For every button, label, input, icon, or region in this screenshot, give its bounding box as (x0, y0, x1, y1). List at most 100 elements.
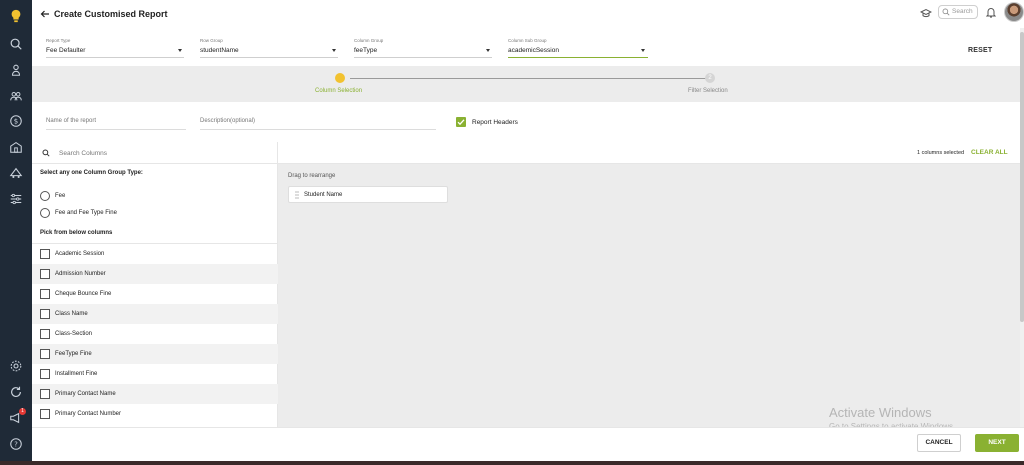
bell-icon[interactable] (986, 6, 996, 18)
column-option[interactable]: Installment Fine (32, 364, 278, 384)
step-1-label[interactable]: Column Selection (315, 88, 362, 94)
reset-button[interactable]: RESET (968, 47, 992, 54)
search-icon[interactable] (8, 36, 24, 52)
header-search-input[interactable]: Search (938, 5, 978, 19)
column-checkbox[interactable] (40, 329, 50, 339)
step-2-label[interactable]: Filter Selection (688, 88, 728, 94)
selected-columns-panel: 1 columns selected CLEAR ALL Drag to rea… (278, 142, 1020, 427)
chevron-down-icon (486, 49, 490, 52)
report-headers-label: Report Headers (472, 119, 518, 126)
reports-icon[interactable] (8, 191, 24, 207)
selected-column-label: Student Name (304, 192, 343, 198)
column-checkbox[interactable] (40, 289, 50, 299)
row-group-select[interactable]: Row Group studentName (200, 38, 338, 58)
report-type-label: Report Type (46, 38, 71, 43)
school-icon[interactable] (8, 139, 24, 155)
column-label: Cheque Bounce Fine (55, 291, 112, 297)
group-type-heading: Select any one Column Group Type: (40, 170, 143, 176)
svg-text:$: $ (14, 118, 18, 126)
notification-badge: 1 (19, 408, 26, 415)
user-avatar[interactable] (1004, 2, 1024, 22)
column-label: Academic Session (55, 251, 105, 257)
chevron-down-icon (641, 49, 645, 52)
column-option[interactable]: Primary Contact Name (32, 384, 278, 404)
clear-all-button[interactable]: CLEAR ALL (971, 149, 1008, 156)
radio-button[interactable] (40, 191, 50, 201)
column-sub-group-value: academicSession (508, 47, 559, 54)
group-type-label: Fee and Fee Type Fine (55, 210, 117, 216)
student-icon[interactable] (8, 62, 24, 78)
page-scrollbar[interactable] (1020, 28, 1024, 428)
report-description-input[interactable]: Description(optional) (200, 118, 436, 130)
settings-gear-icon[interactable] (8, 358, 24, 374)
scroll-thumb[interactable] (1020, 32, 1024, 322)
column-option[interactable]: Class Name (32, 304, 278, 324)
next-button[interactable]: NEXT (975, 434, 1019, 452)
selected-column-chip[interactable]: Student Name (288, 186, 448, 203)
column-checkbox[interactable] (40, 269, 50, 279)
column-checkbox[interactable] (40, 349, 50, 359)
check-icon (457, 119, 465, 126)
column-option[interactable]: Class-Section (32, 324, 278, 344)
refresh-icon[interactable] (8, 384, 24, 400)
footer-actions: CANCEL NEXT (32, 427, 1024, 461)
drag-hint: Drag to rearrange (288, 173, 336, 179)
column-checkbox[interactable] (40, 309, 50, 319)
graduation-cap-icon[interactable] (920, 7, 932, 19)
page-title: Create Customised Report (54, 9, 168, 19)
fee-dollar-icon[interactable]: $ (8, 113, 24, 129)
report-type-select[interactable]: Report Type Fee Defaulter (46, 38, 184, 58)
row-group-label: Row Group (200, 38, 223, 43)
group-type-label: Fee (55, 193, 66, 199)
column-label: Primary Contact Number (55, 411, 122, 417)
transport-icon[interactable] (8, 165, 24, 181)
column-checkbox[interactable] (40, 369, 50, 379)
cancel-button[interactable]: CANCEL (917, 434, 961, 452)
column-group-label: Column Group (354, 38, 384, 43)
drag-handle-icon[interactable] (295, 191, 299, 199)
radio-button[interactable] (40, 208, 50, 218)
page-header: Create Customised Report Search (32, 0, 1024, 28)
column-picker-panel: Search Columns Select any one Column Gro… (32, 142, 278, 427)
help-icon[interactable]: ? (8, 436, 24, 452)
selected-columns-toolbar: 1 columns selected CLEAR ALL (278, 142, 1020, 164)
announcement-icon[interactable]: 1 (8, 408, 26, 426)
search-icon (42, 149, 50, 157)
column-option[interactable]: Academic Session (32, 244, 278, 264)
watermark-title: Activate Windows (829, 405, 932, 420)
selected-count: 1 columns selected (917, 150, 965, 156)
search-columns-placeholder: Search Columns (59, 150, 108, 157)
svg-text:?: ? (14, 441, 18, 449)
report-name-input[interactable]: Name of the report (46, 118, 186, 130)
column-label: Class-Section (55, 331, 93, 337)
chevron-down-icon (332, 49, 336, 52)
back-arrow-icon[interactable] (40, 9, 50, 19)
app-root: $ 1 ? Create Customised Report Search Re… (0, 0, 1024, 465)
step-connector (350, 77, 706, 79)
report-headers-checkbox[interactable] (456, 117, 466, 127)
column-checkbox[interactable] (40, 409, 50, 419)
users-icon[interactable] (8, 88, 24, 104)
column-label: Primary Contact Name (55, 391, 116, 397)
search-columns-input[interactable]: Search Columns (32, 142, 278, 164)
column-sub-group-select[interactable]: Column Sub Group academicSession (508, 38, 648, 58)
sidebar: $ 1 ? (0, 0, 32, 465)
column-checkbox[interactable] (40, 249, 50, 259)
column-label: FeeType Fine (55, 351, 92, 357)
column-group-value: feeType (354, 47, 378, 54)
column-sub-group-label: Column Sub Group (508, 38, 547, 43)
column-option[interactable]: Primary Contact Number (32, 404, 278, 424)
step-2-indicator[interactable]: 2 (705, 73, 715, 83)
column-option[interactable]: Admission Number (32, 264, 278, 284)
column-option[interactable]: FeeType Fine (32, 344, 278, 364)
column-checkbox[interactable] (40, 389, 50, 399)
header-search-placeholder: Search (952, 8, 973, 15)
column-option[interactable]: Cheque Bounce Fine (32, 284, 278, 304)
columns-heading: Pick from below columns (40, 230, 113, 236)
column-label: Admission Number (55, 271, 106, 277)
step-1-indicator[interactable] (335, 73, 345, 83)
logo-icon[interactable] (8, 8, 24, 24)
report-type-value: Fee Defaulter (46, 47, 86, 54)
column-group-select[interactable]: Column Group feeType (354, 38, 492, 58)
row-group-value: studentName (200, 47, 239, 54)
